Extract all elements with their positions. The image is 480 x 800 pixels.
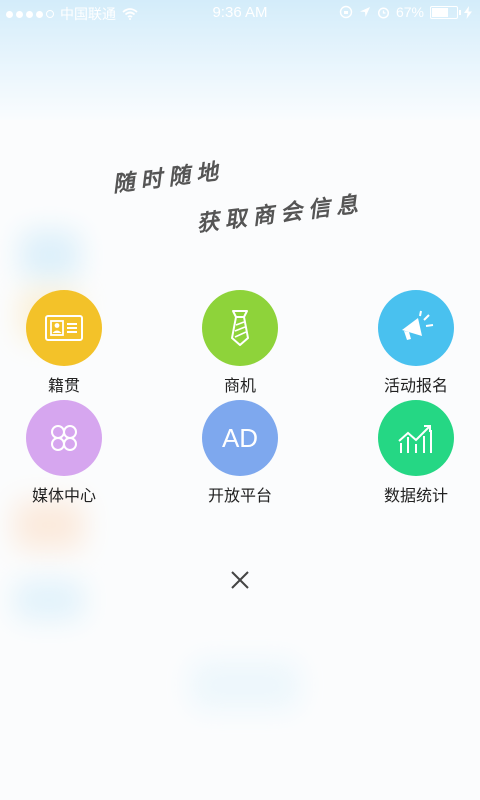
- menu-item-label: 媒体中心: [31, 486, 96, 505]
- close-icon[interactable]: [226, 566, 254, 594]
- location-icon: [359, 7, 370, 17]
- charging-icon: [464, 5, 472, 19]
- megaphone-icon: [402, 310, 434, 340]
- lock-rotation-icon: [339, 5, 353, 19]
- chart-icon: [398, 425, 432, 453]
- menu-item-open-platform[interactable]: AD 开放平台: [180, 400, 300, 506]
- menu-item-label: 活动报名: [383, 376, 448, 395]
- menu-item-label: 开放平台: [207, 486, 272, 505]
- battery-percent: 67%: [395, 4, 424, 20]
- menu-icon-circle[interactable]: [26, 400, 102, 476]
- status-right: 67%: [339, 4, 472, 20]
- menu-item-label: 数据统计: [383, 486, 448, 505]
- menu-icon-circle[interactable]: [26, 290, 102, 366]
- menu-icon-circle[interactable]: AD: [202, 400, 278, 476]
- battery-icon: [430, 5, 461, 19]
- menu-item-label: 商机: [223, 376, 256, 395]
- alarm-icon: [377, 6, 390, 19]
- menu-icon-circle[interactable]: [378, 290, 454, 366]
- tie-icon: [231, 310, 249, 346]
- menu-item-jiguan[interactable]: 籍贯: [4, 290, 124, 396]
- menu-item-activity-signup[interactable]: 活动报名: [356, 290, 476, 396]
- menu-icon-circle[interactable]: [202, 290, 278, 366]
- menu-item-label: 籍贯: [47, 376, 80, 395]
- menu-icon-circle[interactable]: [378, 400, 454, 476]
- status-bar: 中国联通 9:36 AM 67%: [0, 0, 480, 26]
- menu-item-statistics[interactable]: 数据统计: [356, 400, 476, 506]
- id-card-icon: [45, 315, 83, 341]
- menu-item-media-center[interactable]: 媒体中心: [4, 400, 124, 506]
- menu-item-shangji[interactable]: 商机: [180, 290, 300, 396]
- clover-icon: [51, 425, 77, 451]
- ad-icon: AD: [221, 422, 259, 453]
